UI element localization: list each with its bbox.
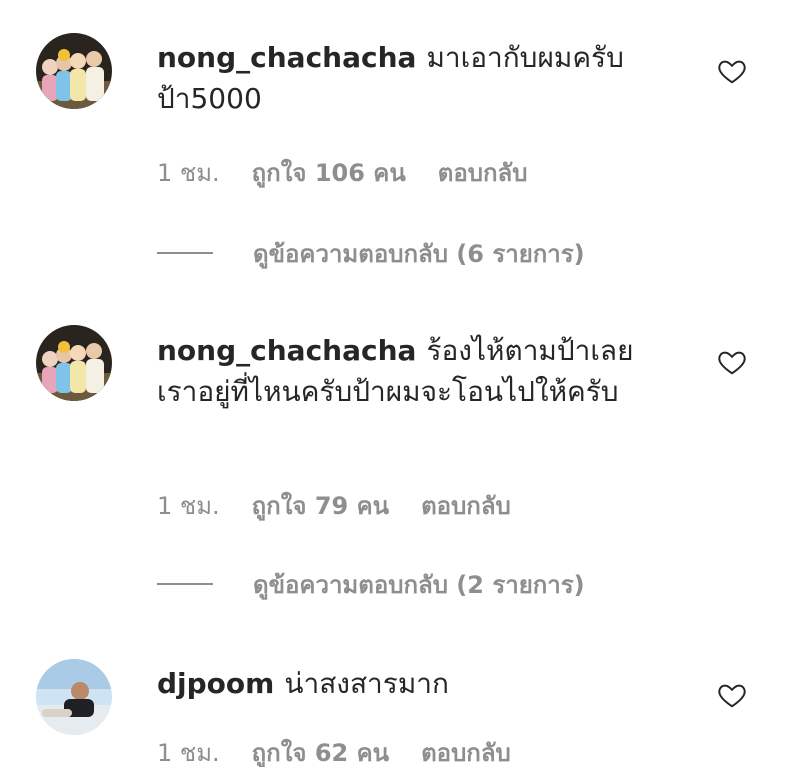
comment-timestamp: 1 ชม. [157,738,220,767]
comment-username[interactable]: djpoom [157,667,274,700]
comment-timestamp: 1 ชม. [157,491,220,520]
comments-feed: nong_chachacha มาเอากับผมครับป้า5000 1 ชม… [0,0,800,767]
like-count[interactable]: ถูกใจ 106 คน [252,153,406,192]
comment-username[interactable]: nong_chachacha [157,41,416,74]
comment-timestamp: 1 ชม. [157,158,220,187]
heart-outline-icon[interactable] [717,56,747,86]
comment-meta: 1 ชม. ถูกใจ 79 คน ตอบกลับ [157,488,511,522]
comment-meta: 1 ชม. ถูกใจ 62 คน ตอบกลับ [157,735,511,767]
view-replies-button[interactable]: ดูข้อความตอบกลับ (2 รายการ) [157,567,585,601]
group-photo-avatar-icon [36,33,112,109]
view-replies-label: ดูข้อความตอบกลับ (2 รายการ) [253,570,585,599]
comment-text-block: nong_chachacha ร้องไห้ตามป้าเลย เราอยู่ที… [157,330,677,412]
person-photo-avatar-icon [36,659,112,735]
comment-text-block: nong_chachacha มาเอากับผมครับป้า5000 [157,37,677,119]
comment-meta: 1 ชม. ถูกใจ 106 คน ตอบกลับ [157,155,527,189]
like-count[interactable]: ถูกใจ 79 คน [252,486,389,525]
comment-username[interactable]: nong_chachacha [157,334,416,367]
divider-line [157,583,213,585]
reply-button[interactable]: ตอบกลับ [421,733,511,767]
comment-text-block: djpoom น่าสงสารมาก [157,663,677,704]
reply-button[interactable]: ตอบกลับ [421,486,511,525]
divider-line [157,252,213,254]
heart-outline-icon[interactable] [717,347,747,377]
view-replies-button[interactable]: ดูข้อความตอบกลับ (6 รายการ) [157,236,585,270]
like-count[interactable]: ถูกใจ 62 คน [252,733,389,767]
avatar[interactable] [36,659,112,735]
heart-outline-icon[interactable] [717,680,747,710]
group-photo-avatar-icon [36,325,112,401]
avatar[interactable] [36,325,112,401]
view-replies-label: ดูข้อความตอบกลับ (6 รายการ) [253,239,585,268]
avatar[interactable] [36,33,112,109]
comment-body: น่าสงสารมาก [284,667,449,700]
reply-button[interactable]: ตอบกลับ [438,153,528,192]
